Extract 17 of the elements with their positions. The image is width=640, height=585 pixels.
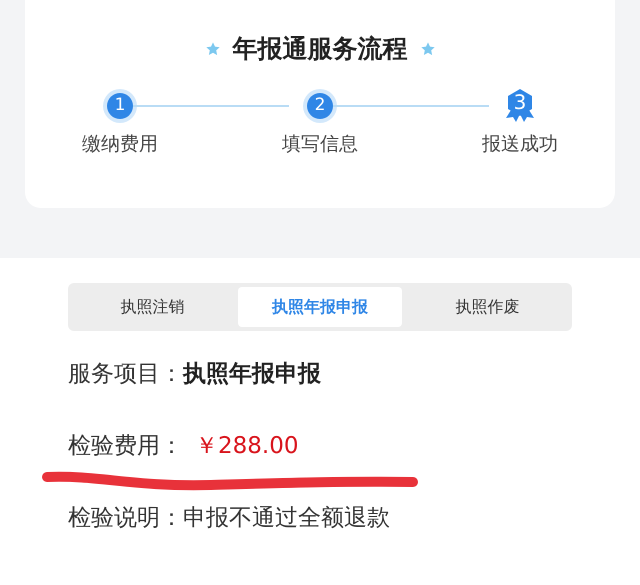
step-label: 缴纳费用	[82, 132, 158, 156]
step-label: 报送成功	[482, 132, 558, 156]
tab[interactable]: 执照作废	[406, 287, 569, 327]
detail-value: 申报不通过全额退款	[183, 504, 390, 533]
price-value: ￥288.00	[195, 432, 298, 461]
star-icon	[204, 40, 220, 57]
step-number: 2	[307, 92, 333, 118]
tab[interactable]: 执照年报申报	[238, 287, 402, 327]
detail-label: 检验费用：	[68, 432, 183, 461]
detail-label: 检验说明：	[68, 504, 183, 533]
tab[interactable]: 执照注销	[71, 287, 234, 327]
process-title: 年报通服务流程	[232, 33, 408, 65]
detail-label: 服务项目：	[68, 360, 183, 389]
step-label: 填写信息	[282, 132, 358, 156]
detail-value: 执照年报申报	[183, 360, 321, 389]
step-number: 1	[107, 92, 133, 118]
star-icon	[420, 40, 436, 57]
